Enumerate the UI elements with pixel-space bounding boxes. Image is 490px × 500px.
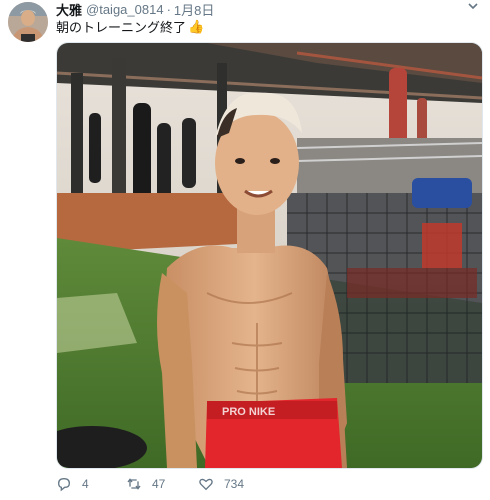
reply-count: 4 [82,477,89,491]
tweet-actions: 4 47 734 [56,474,278,494]
tweet-photo[interactable]: PRO NIKE [56,42,483,469]
chevron-down-icon[interactable] [466,0,480,14]
tweet-header: 大雅 @taiga_0814 · 1月8日 [56,0,480,18]
photo-image: PRO NIKE [57,43,482,468]
retweet-button[interactable]: 47 [126,474,198,494]
tweet-body: 朝のトレーニング終了 [56,20,187,35]
thumbs-up-icon: 👍 [188,18,205,34]
user-handle[interactable]: @taiga_0814 [86,2,164,17]
heart-icon [198,476,214,492]
like-button[interactable]: 734 [198,474,278,494]
tweet-date[interactable]: 1月8日 [174,0,214,19]
display-name[interactable]: 大雅 [56,0,82,19]
retweet-icon [126,476,142,492]
tweet-text: 朝のトレーニング終了 👍 [56,17,204,36]
like-count: 734 [224,477,245,491]
separator-dot: · [166,1,171,17]
waistband-text: PRO NIKE [222,406,275,418]
avatar[interactable] [8,2,48,42]
retweet-count: 47 [152,477,166,491]
avatar-image [8,2,48,42]
reply-icon [56,476,72,492]
reply-button[interactable]: 4 [56,474,126,494]
